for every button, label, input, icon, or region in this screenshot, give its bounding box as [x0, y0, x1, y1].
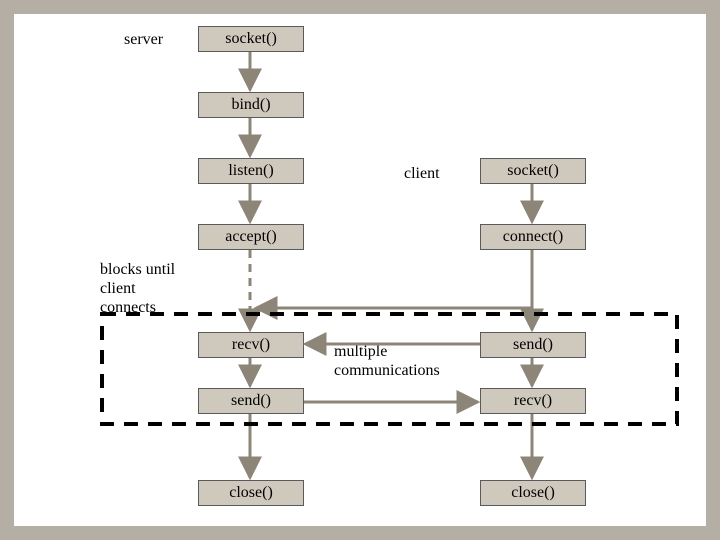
- server-bind-node: bind(): [198, 92, 304, 118]
- client-close-node: close(): [480, 480, 586, 506]
- diagram-canvas: server client blocks until client connec…: [14, 14, 706, 526]
- client-send-node: send(): [480, 332, 586, 358]
- server-close-node: close(): [198, 480, 304, 506]
- server-listen-node: listen(): [198, 158, 304, 184]
- server-accept-node: accept(): [198, 224, 304, 250]
- server-socket-node: socket(): [198, 26, 304, 52]
- server-send-node: send(): [198, 388, 304, 414]
- blocks-note: blocks until client connects: [100, 260, 175, 318]
- server-label: server: [124, 30, 163, 49]
- client-recv-node: recv(): [480, 388, 586, 414]
- server-recv-node: recv(): [198, 332, 304, 358]
- client-socket-node: socket(): [480, 158, 586, 184]
- client-connect-node: connect(): [480, 224, 586, 250]
- slide-frame: server client blocks until client connec…: [0, 0, 720, 540]
- client-label: client: [404, 164, 440, 183]
- multi-comm-label: multiple communications: [334, 342, 440, 380]
